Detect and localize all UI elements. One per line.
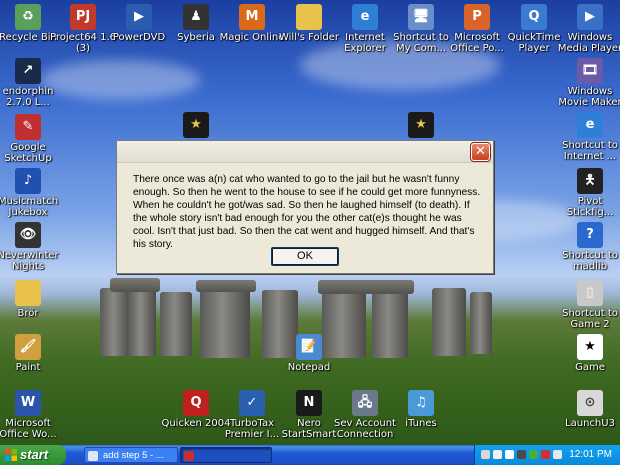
media-player-icon: ▶ xyxy=(577,4,603,30)
taskbar-item-label: add step 5 - ... xyxy=(103,450,164,461)
star-icon: ★ xyxy=(408,112,434,138)
desktop-icon-game[interactable]: ★ Game xyxy=(554,334,620,373)
desktop-icon-label: endorphin 2.7.0 L... xyxy=(2,86,54,108)
tray-security-icon[interactable] xyxy=(529,450,538,459)
musicmatch-icon: ♪ xyxy=(15,168,41,194)
notepad-icon: 📝 xyxy=(296,334,322,360)
launchu3-icon: ⊙ xyxy=(577,390,603,416)
turbotax-icon: ✓ xyxy=(239,390,265,416)
tray-app-icon[interactable] xyxy=(517,450,526,459)
desktop-icon-endorphin[interactable]: ↗ endorphin 2.7.0 L... xyxy=(0,58,64,108)
desktop-icon-label: Paint xyxy=(15,362,41,373)
desktop-icon-label: Notepad xyxy=(287,362,331,373)
desktop-icon-label: Shortcut to madlib xyxy=(562,250,618,272)
desktop-icon-itunes[interactable]: ♫ iTunes xyxy=(385,390,457,429)
syberia-icon: ♟ xyxy=(183,4,209,30)
volume-icon[interactable] xyxy=(553,450,562,459)
window-app-icon xyxy=(184,451,194,461)
desktop-icon-notepad[interactable]: 📝 Notepad xyxy=(273,334,345,373)
start-button[interactable]: start xyxy=(0,445,66,465)
desktop-icon-label: Pivot Stickfig... xyxy=(566,196,614,218)
desktop-icon-label: Shortcut to Game 2 xyxy=(562,308,618,330)
desktop-icon-label: Windows Media Player xyxy=(557,32,620,54)
window-app-icon xyxy=(88,451,98,461)
desktop-icon-label: iTunes xyxy=(405,418,437,429)
desktop-icon-label: Game xyxy=(575,362,605,373)
close-button[interactable]: ✕ xyxy=(470,142,491,162)
project64-icon: PJ xyxy=(70,4,96,30)
desktop-icon-label: Brör xyxy=(17,308,39,319)
taskbar: start add step 5 - ... 12:01 PM xyxy=(0,445,620,465)
quicken-icon: Q xyxy=(183,390,209,416)
desktop-icon-label: Musicmatch Jukebox xyxy=(0,196,59,218)
desktop-icon-paint[interactable]: 🖌 Paint xyxy=(0,334,64,373)
desktop-icon-label: Shortcut to Internet ... xyxy=(562,140,618,162)
star-icon: ★ xyxy=(183,112,209,138)
desktop-icon-label: Google SketchUp xyxy=(4,142,52,164)
word-icon: W xyxy=(15,390,41,416)
windows-logo-icon xyxy=(5,449,17,461)
system-tray: 12:01 PM xyxy=(474,445,620,465)
desktop-icon-label: LaunchU3 xyxy=(565,418,615,429)
neverwinter-icon: 👁 xyxy=(15,222,41,248)
clock[interactable]: 12:01 PM xyxy=(569,445,612,465)
desktop-icon-madlib[interactable]: ? Shortcut to madlib xyxy=(554,222,620,272)
desktop-icon-musicmatch[interactable]: ♪ Musicmatch Jukebox xyxy=(0,168,64,218)
desktop: ♻ Recycle Bin PJ Project64 1.6 (3) ▶ Pow… xyxy=(0,0,620,445)
sky-cloud xyxy=(40,60,200,100)
desktop-icon-launchu3[interactable]: ⊙ LaunchU3 xyxy=(554,390,620,429)
desktop-icon-game-shortcut[interactable]: ★ xyxy=(385,112,457,140)
desktop-icon-movie-maker[interactable]: 🎞 Windows Movie Maker xyxy=(554,58,620,108)
ok-button[interactable]: OK xyxy=(271,247,339,266)
tray-app-icon[interactable] xyxy=(481,450,490,459)
powerpoint-icon: P xyxy=(464,4,490,30)
dialog-message: There once was a(n) cat who wanted to go… xyxy=(133,174,481,250)
internet-explorer-icon: e xyxy=(577,112,603,138)
recycle-bin-icon: ♻ xyxy=(15,4,41,30)
desktop-icon-sketchup[interactable]: ✎ Google SketchUp xyxy=(0,114,64,164)
paint-icon: 🖌 xyxy=(15,334,41,360)
tray-app-icon[interactable] xyxy=(541,450,550,459)
close-icon: ✕ xyxy=(475,144,486,159)
network-icon: 🖧 xyxy=(352,390,378,416)
desktop-icon-bror[interactable]: Brör xyxy=(0,280,64,319)
folder-icon xyxy=(15,280,41,306)
desktop-icon-game-shortcut[interactable]: ★ xyxy=(160,112,232,140)
game-icon: ▯ xyxy=(577,280,603,306)
desktop-icon-label: Microsoft Office Wo... xyxy=(0,418,57,440)
message-dialog: ✕ There once was a(n) cat who wanted to … xyxy=(116,140,494,274)
magic-online-icon: M xyxy=(239,4,265,30)
internet-explorer-icon: e xyxy=(352,4,378,30)
taskbar-item[interactable]: add step 5 - ... xyxy=(84,447,178,463)
desktop-icon-shortcut-internet[interactable]: e Shortcut to Internet ... xyxy=(554,112,620,162)
my-computer-icon: 🖥 xyxy=(408,4,434,30)
taskbar-item-active[interactable] xyxy=(180,447,272,463)
tray-app-icon[interactable] xyxy=(493,450,502,459)
desktop-icon-neverwinter[interactable]: 👁 Neverwinter Nights xyxy=(0,222,64,272)
powerdvd-icon: ▶ xyxy=(126,4,152,30)
start-label: start xyxy=(20,447,49,462)
desktop-icon-pivot[interactable]: 🯅 Pivot Stickfig... xyxy=(554,168,620,218)
help-icon: ? xyxy=(577,222,603,248)
quicktime-icon: Q xyxy=(521,4,547,30)
desktop-icon-game-2[interactable]: ▯ Shortcut to Game 2 xyxy=(554,280,620,330)
desktop-icon-word[interactable]: W Microsoft Office Wo... xyxy=(0,390,64,440)
itunes-icon: ♫ xyxy=(408,390,434,416)
folder-icon xyxy=(296,4,322,30)
desktop-icon-label: Neverwinter Nights xyxy=(0,250,59,272)
endorphin-icon: ↗ xyxy=(15,58,41,84)
nero-icon: N xyxy=(296,390,322,416)
pivot-icon: 🯅 xyxy=(577,168,603,194)
sketchup-icon: ✎ xyxy=(15,114,41,140)
desktop-icon-media-player[interactable]: ▶ Windows Media Player xyxy=(554,4,620,54)
star-icon: ★ xyxy=(577,334,603,360)
movie-maker-icon: 🎞 xyxy=(577,58,603,84)
dialog-titlebar[interactable]: ✕ xyxy=(117,141,493,163)
tray-help-icon[interactable] xyxy=(505,450,514,459)
desktop-icon-label: Windows Movie Maker xyxy=(558,86,620,108)
